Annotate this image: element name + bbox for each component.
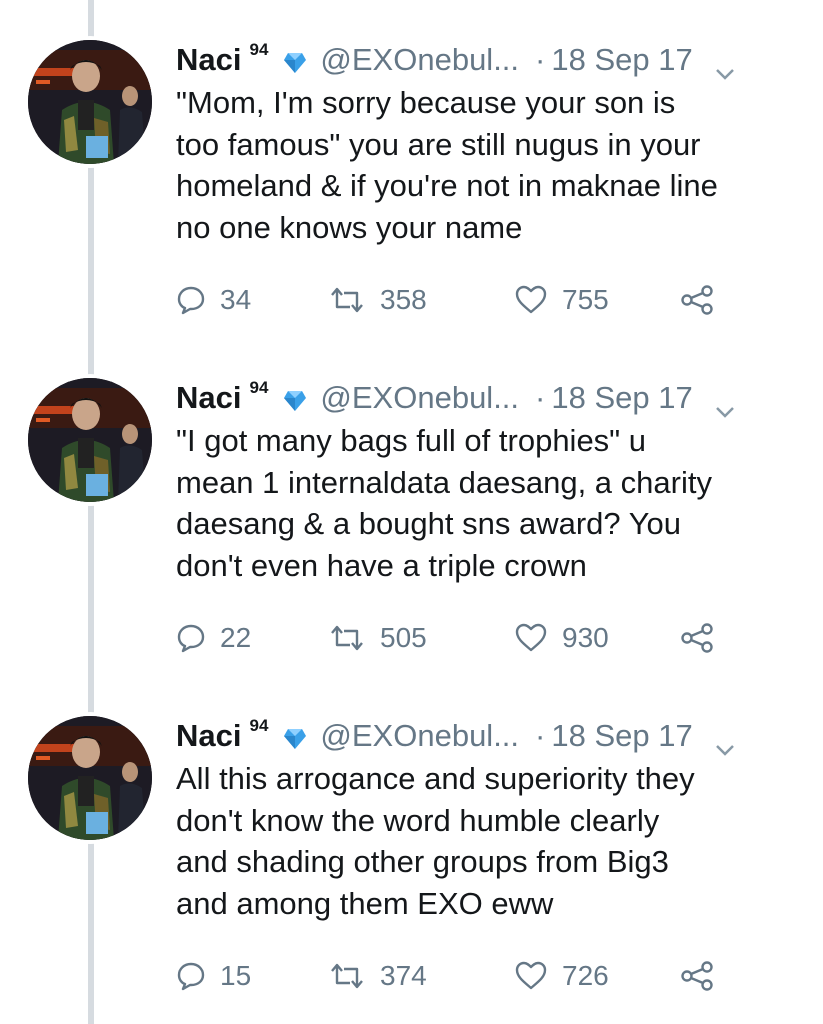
user-handle[interactable]: @EXOnebul...	[320, 380, 519, 416]
reply-count: 34	[220, 284, 252, 315]
retweet-button[interactable]: 505	[328, 622, 427, 654]
share-button[interactable]	[680, 623, 714, 653]
separator-dot: ·	[535, 718, 546, 753]
reply-icon	[176, 623, 206, 653]
tweet-date[interactable]: 18 Sep 17	[551, 380, 692, 416]
like-button[interactable]: 930	[514, 622, 609, 654]
avatar[interactable]	[28, 40, 152, 164]
retweet-count: 505	[380, 622, 427, 653]
user-handle[interactable]: @EXOnebul...	[320, 42, 519, 78]
tweet-actions: 34 358 755	[176, 280, 776, 320]
tweet-text: "I got many bags full of trophies" u mea…	[176, 423, 712, 583]
verified-badge-icon	[282, 47, 308, 73]
chevron-down-icon[interactable]	[715, 729, 735, 756]
chevron-down-icon[interactable]	[715, 53, 735, 80]
verified-badge-icon	[282, 723, 308, 749]
reply-button[interactable]: 22	[176, 622, 251, 654]
tweet-date[interactable]: 18 Sep 17	[551, 718, 692, 754]
like-count: 726	[562, 960, 609, 991]
reply-count: 22	[220, 622, 252, 653]
retweet-count: 374	[380, 960, 427, 991]
share-icon	[680, 623, 714, 653]
retweet-icon	[328, 962, 366, 990]
tweet[interactable]: Naci 94 @EXOnebul... · 18 Sep 17 All thi…	[0, 676, 823, 1014]
tweet-text: All this arrogance and superiority they …	[176, 761, 695, 921]
retweet-icon	[328, 286, 366, 314]
retweet-count: 358	[380, 284, 427, 315]
user-handle[interactable]: @EXOnebul...	[320, 718, 519, 754]
name-superscript: 94	[249, 40, 269, 59]
like-count: 755	[562, 284, 609, 315]
verified-badge-icon	[282, 385, 308, 411]
retweet-button[interactable]: 358	[328, 284, 427, 316]
retweet-icon	[328, 624, 366, 652]
name-superscript: 94	[249, 716, 269, 735]
heart-icon	[514, 285, 548, 315]
share-button[interactable]	[680, 285, 714, 315]
like-count: 930	[562, 622, 609, 653]
avatar[interactable]	[28, 378, 152, 502]
reply-button[interactable]: 34	[176, 284, 251, 316]
retweet-button[interactable]: 374	[328, 960, 427, 992]
tweet-date[interactable]: 18 Sep 17	[551, 42, 692, 78]
tweet-text: "Mom, I'm sorry because your son is too …	[176, 85, 718, 245]
chevron-down-icon[interactable]	[715, 391, 735, 418]
share-icon	[680, 285, 714, 315]
tweet-actions: 22 505 930	[176, 618, 776, 658]
share-icon	[680, 961, 714, 991]
reply-count: 15	[220, 960, 252, 991]
like-button[interactable]: 755	[514, 284, 609, 316]
display-name[interactable]: Naci	[176, 380, 241, 416]
name-superscript: 94	[249, 378, 269, 397]
tweet[interactable]: Naci 94 @EXOnebul... · 18 Sep 17 "Mom, I…	[0, 0, 823, 338]
avatar[interactable]	[28, 716, 152, 840]
separator-dot: ·	[535, 380, 546, 415]
tweet-actions: 15 374 726	[176, 956, 776, 996]
share-button[interactable]	[680, 961, 714, 991]
separator-dot: ·	[535, 42, 546, 77]
display-name[interactable]: Naci	[176, 718, 241, 754]
reply-icon	[176, 961, 206, 991]
display-name[interactable]: Naci	[176, 42, 241, 78]
like-button[interactable]: 726	[514, 960, 609, 992]
heart-icon	[514, 961, 548, 991]
heart-icon	[514, 623, 548, 653]
reply-button[interactable]: 15	[176, 960, 251, 992]
reply-icon	[176, 285, 206, 315]
tweet[interactable]: Naci 94 @EXOnebul... · 18 Sep 17 "I got …	[0, 338, 823, 676]
